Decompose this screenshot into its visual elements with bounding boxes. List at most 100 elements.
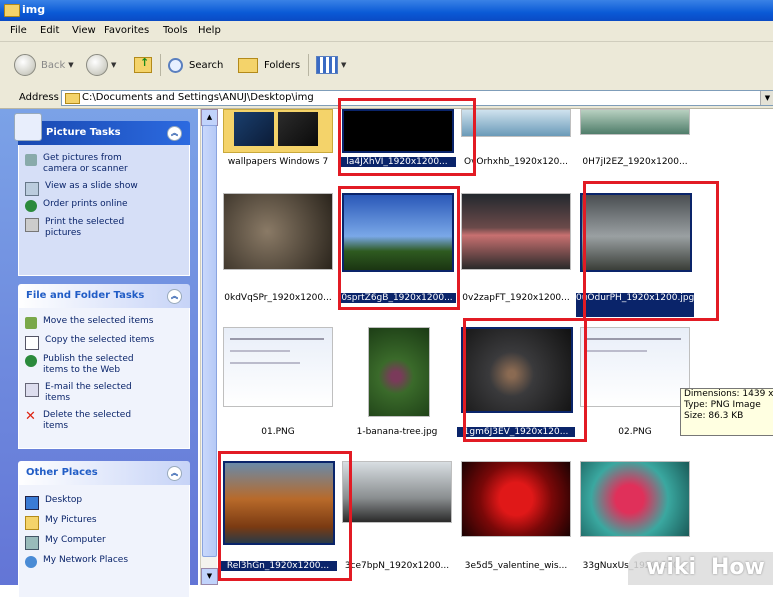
file-item[interactable]: 01.PNG [219,327,337,437]
vertical-scrollbar[interactable]: ▲ ▼ [200,109,218,585]
file-name: 1-banana-tree.jpg [356,427,438,437]
file-folder-tasks-header[interactable]: File and Folder Tasks ︽ [18,284,190,308]
menu-favorites[interactable]: Favorites [104,25,149,36]
image-thumbnail [580,461,690,537]
picture-tasks-icon [14,113,42,141]
file-item[interactable]: 1-banana-tree.jpg [338,327,456,437]
chevron-down-icon: ▼ [68,61,74,69]
views-button[interactable]: ▼ [316,54,346,76]
chevron-down-icon[interactable]: ▼ [760,91,773,105]
file-item[interactable]: 3e5d5_valentine_wis... [457,461,575,571]
file-item[interactable]: 02.PNG [576,327,694,437]
task-email[interactable]: E-mail the selected items [25,382,132,404]
image-thumbnail [461,461,571,537]
toolbar: Back ▼ ▼ ↑ Search Folders ▼ [0,42,773,89]
menu-edit[interactable]: Edit [40,25,59,36]
title-bar[interactable]: img [0,0,773,21]
task-move[interactable]: Move the selected items [25,316,154,329]
menu-file[interactable]: File [10,25,27,36]
place-label: Desktop [45,495,83,505]
highlight-box [218,451,352,581]
email-icon [25,383,39,397]
folder-icon [4,4,20,17]
task-pane: Picture Tasks ︽ Get pictures from camera… [0,109,198,598]
file-name: 3ce7bpN_1920x1200... [344,561,450,571]
slideshow-icon [25,182,39,196]
folder-icon [65,93,80,104]
picture-tasks-body: Get pictures from camera or scanner View… [18,145,190,276]
file-item[interactable]: 0H7jI2EZ_1920x1200... [576,109,694,179]
place-network[interactable]: My Network Places [25,555,128,568]
tooltip-type: Type: PNG Image [684,400,761,410]
up-folder-icon: ↑ [134,56,152,73]
file-name: 0kdVqSPr_1920x1200... [224,293,332,303]
chevron-up-icon[interactable]: ︽ [167,289,182,304]
computer-icon [25,536,39,550]
scroll-up-icon[interactable]: ▲ [201,109,218,126]
task-order-prints[interactable]: Order prints online [25,199,128,212]
forward-button[interactable]: ▼ [86,54,116,76]
image-thumbnail [461,109,571,137]
folders-button[interactable]: Folders [238,54,300,76]
file-item[interactable]: wallpapers Windows 7 [219,109,337,179]
file-item[interactable]: 0v2zapFT_1920x1200... [457,193,575,303]
task-label: Get pictures from camera or scanner [43,153,128,174]
place-my-pictures[interactable]: My Pictures [25,515,97,530]
screenshot-thumbnail [580,327,690,407]
address-path: C:\Documents and Settings\ANUJ\Desktop\i… [82,92,314,103]
image-thumbnail [461,193,571,270]
watermark-part-a: wiki [646,555,697,580]
file-item[interactable]: 0kdVqSPr_1920x1200... [219,193,337,303]
highlight-box [583,181,719,321]
task-copy[interactable]: Copy the selected items [25,335,154,350]
place-my-computer[interactable]: My Computer [25,535,106,550]
menu-view[interactable]: View [72,25,96,36]
highlight-box [338,98,476,176]
highlight-box [463,318,587,442]
folder-thumbnail [223,109,333,153]
search-button[interactable]: Search [168,54,223,76]
place-desktop[interactable]: Desktop [25,495,82,510]
file-name: 0H7jI2EZ_1920x1200... [582,157,688,167]
up-folder-button[interactable]: ↑ [134,54,152,76]
picture-tasks-header[interactable]: Picture Tasks ︽ [14,113,190,145]
task-publish[interactable]: Publish the selected items to the Web [25,354,134,376]
file-name: wallpapers Windows 7 [227,157,329,167]
tooltip-dimensions: Dimensions: 1439 x [684,389,773,399]
camera-icon [25,154,37,166]
picture-tasks-panel: Picture Tasks ︽ Get pictures from camera… [14,113,190,276]
task-label: View as a slide show [45,181,138,191]
chevron-up-icon[interactable]: ︽ [167,126,182,141]
place-label: My Computer [45,535,106,545]
chevron-down-icon: ▼ [341,61,347,69]
views-icon [316,56,338,74]
image-thumbnail [368,327,430,417]
task-get-pictures[interactable]: Get pictures from camera or scanner [25,153,128,175]
chevron-down-icon: ▼ [111,61,117,69]
task-delete[interactable]: ✕ Delete the selected items [25,410,131,432]
pictures-folder-icon [25,516,39,530]
file-folder-tasks-body: Move the selected items Copy the selecte… [18,308,190,449]
file-item[interactable]: 3ce7bpN_1920x1200... [338,461,456,571]
file-folder-tasks-panel: File and Folder Tasks ︽ Move the selecte… [18,284,190,449]
menu-help[interactable]: Help [198,25,221,36]
other-places-header[interactable]: Other Places ︽ [18,461,190,485]
address-label: Address [19,92,59,103]
place-label: My Network Places [43,555,129,565]
back-button[interactable]: Back ▼ [14,54,74,76]
image-thumbnail [580,109,690,135]
delete-icon: ✕ [25,409,36,424]
publish-icon [25,355,37,367]
task-label: Publish the selected items to the Web [43,354,134,375]
scroll-down-icon[interactable]: ▼ [201,568,218,585]
move-icon [25,317,37,329]
folders-icon [238,57,258,73]
back-label: Back [41,59,66,71]
toolbar-separator [160,54,161,76]
scroll-thumb[interactable] [202,125,217,557]
window-title: img [22,3,46,16]
task-slide-show[interactable]: View as a slide show [25,181,138,196]
task-print[interactable]: Print the selected pictures [25,217,124,239]
menu-tools[interactable]: Tools [163,25,188,36]
chevron-up-icon[interactable]: ︽ [167,466,182,481]
